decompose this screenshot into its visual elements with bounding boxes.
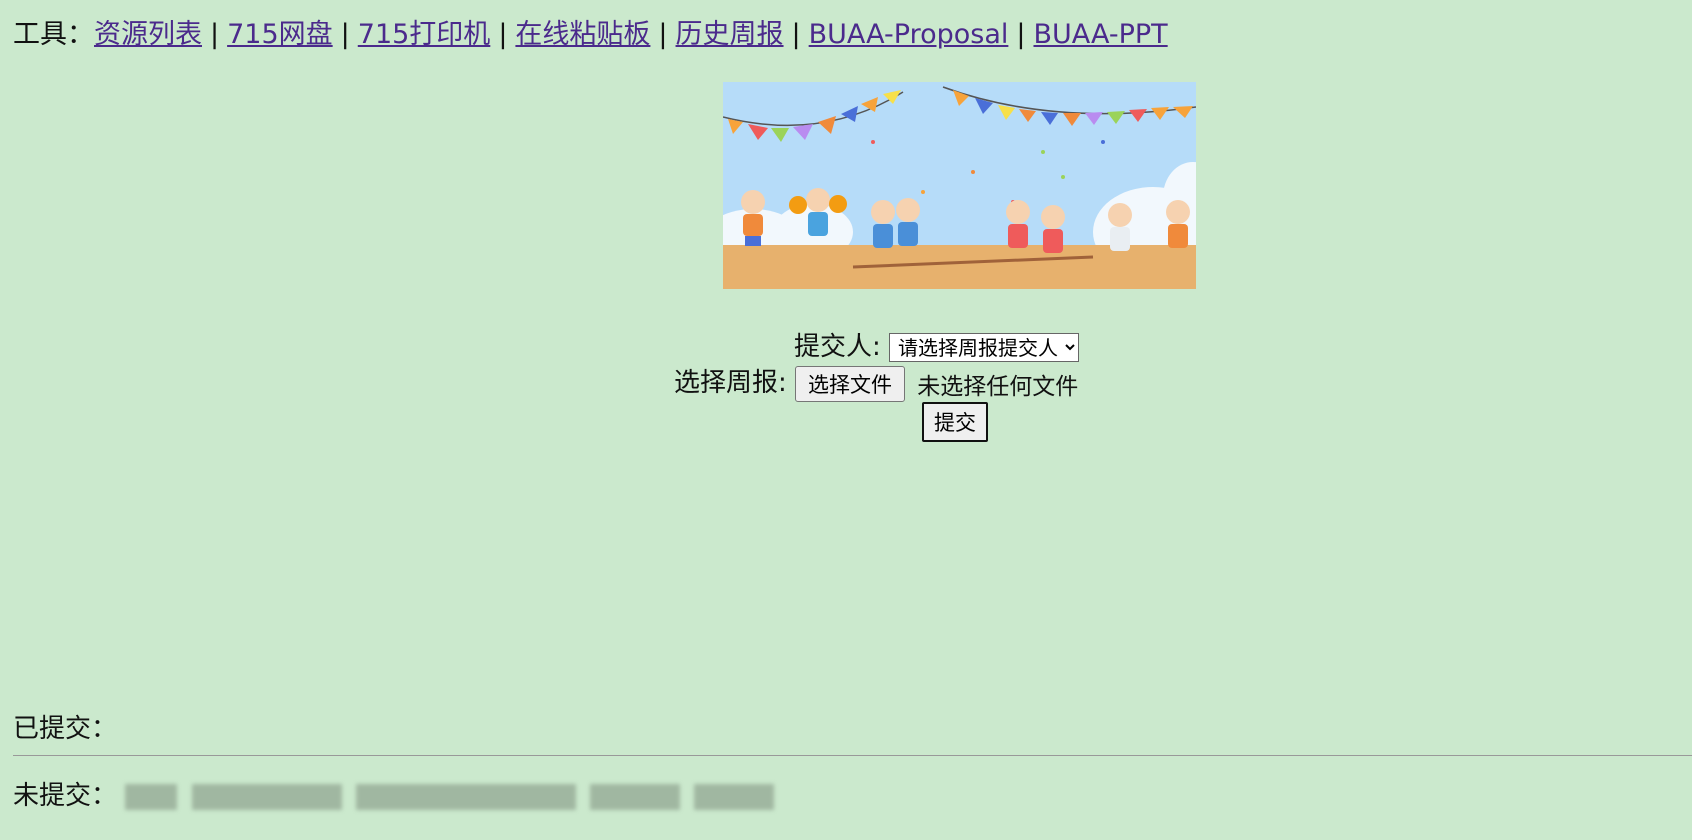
link-buaa-proposal[interactable]: BUAA-Proposal: [809, 19, 1009, 50]
file-status: 未选择任何文件: [917, 373, 1079, 400]
redacted-name: [191, 783, 342, 810]
separator: |: [498, 19, 508, 50]
unsubmitted-label: 未提交：: [13, 781, 118, 811]
kids-tug-of-war-illustration: [723, 82, 1196, 289]
submit-row: 提交: [922, 402, 988, 442]
submitter-select[interactable]: 请选择周报提交人: [889, 333, 1080, 362]
link-715-printer[interactable]: 715打印机: [358, 19, 491, 50]
link-online-clipboard[interactable]: 在线粘贴板: [515, 19, 650, 50]
separator: |: [210, 19, 220, 50]
link-buaa-ppt[interactable]: BUAA-PPT: [1033, 19, 1167, 50]
submit-button[interactable]: 提交: [922, 402, 988, 442]
separator: |: [340, 19, 350, 50]
link-715-netdisk[interactable]: 715网盘: [227, 19, 333, 50]
separator: |: [658, 19, 668, 50]
link-history-reports[interactable]: 历史周报: [676, 19, 784, 50]
report-row: 选择周报: 选择文件 未选择任何文件: [674, 362, 1078, 402]
submitter-label: 提交人:: [794, 332, 881, 362]
link-resource-list[interactable]: 资源列表: [94, 19, 202, 50]
tools-label: 工具：: [13, 19, 94, 50]
choose-file-button[interactable]: 选择文件: [795, 365, 906, 402]
report-label: 选择周报:: [674, 368, 787, 398]
separator: |: [1016, 19, 1026, 50]
banner-illustration: [723, 82, 1196, 289]
divider: [13, 755, 1692, 756]
separator: |: [791, 19, 801, 50]
redacted-name: [694, 783, 775, 810]
tools-nav: 工具：资源列表 | 715网盘 | 715打印机 | 在线粘贴板 | 历史周报 | BUAA-Pro…: [13, 12, 1168, 51]
redacted-name: [355, 783, 576, 810]
redacted-name: [590, 783, 681, 810]
redacted-name: [125, 783, 178, 810]
submitter-row: 提交人: 请选择周报提交人: [794, 326, 1080, 363]
unsubmitted-row: 未提交：: [13, 775, 780, 812]
submitted-label: 已提交：: [13, 714, 118, 744]
